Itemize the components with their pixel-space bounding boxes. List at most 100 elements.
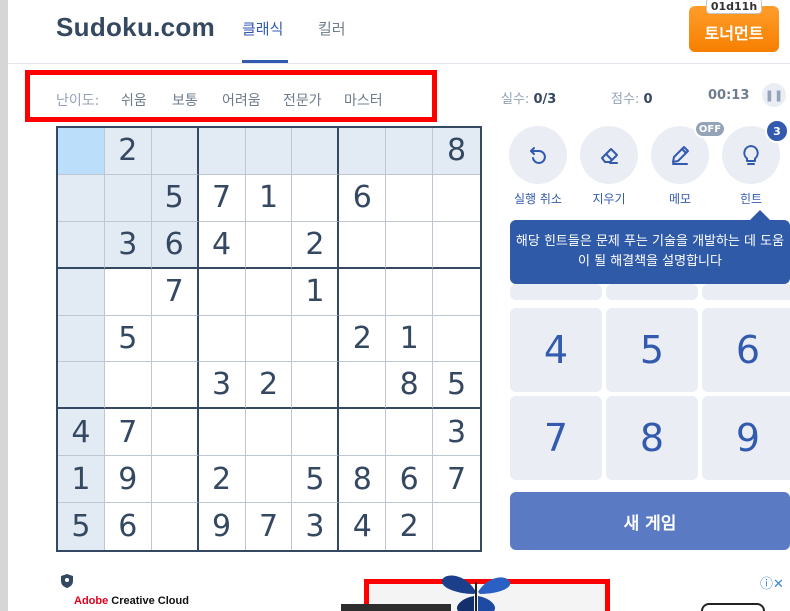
board-cell-r2c7[interactable]: 6 [339, 174, 387, 222]
board-cell-r6c8[interactable]: 8 [386, 362, 434, 410]
board-cell-r9c5[interactable]: 7 [245, 503, 293, 550]
board-cell-r1c2[interactable]: 2 [104, 128, 152, 175]
difficulty-easy[interactable]: 쉬움 [121, 90, 147, 110]
numpad-4[interactable]: 4 [510, 308, 602, 392]
board-cell-r8c8[interactable]: 6 [386, 456, 434, 504]
board-cell-r8c7[interactable]: 8 [339, 456, 387, 504]
board-cell-r6c5[interactable]: 2 [245, 362, 293, 410]
board-cell-r4c8[interactable] [386, 268, 434, 316]
board-cell-r8c4[interactable]: 2 [198, 456, 246, 504]
board-cell-r9c7[interactable]: 4 [339, 503, 387, 550]
board-cell-r3c5[interactable] [245, 221, 293, 269]
board-cell-r5c3[interactable] [151, 315, 199, 363]
pause-button[interactable]: ❚❚ [762, 83, 786, 107]
ad-info-close-icon[interactable]: ⓘ✕ [760, 573, 784, 592]
board-cell-r9c6[interactable]: 3 [292, 503, 340, 550]
board-cell-r3c1[interactable] [58, 221, 105, 269]
erase-button[interactable] [580, 126, 638, 184]
board-cell-r2c4[interactable]: 7 [198, 174, 246, 222]
difficulty-master[interactable]: 마스터 [344, 90, 383, 110]
tab-classic[interactable]: 클래식 [242, 18, 283, 39]
board-cell-r7c7[interactable] [339, 409, 387, 457]
board-cell-r4c3[interactable]: 7 [151, 268, 199, 316]
board-cell-r2c2[interactable] [104, 174, 152, 222]
board-cell-r4c2[interactable] [104, 268, 152, 316]
board-cell-r1c4[interactable] [198, 128, 246, 175]
board-cell-r7c4[interactable] [198, 409, 246, 457]
board-cell-r9c9[interactable] [433, 503, 480, 550]
ad-brand[interactable]: Adobe Creative Cloud [74, 595, 189, 607]
board-cell-r3c2[interactable]: 3 [104, 221, 152, 269]
board-cell-r4c7[interactable] [339, 268, 387, 316]
board-cell-r3c7[interactable] [339, 221, 387, 269]
board-cell-r7c6[interactable] [292, 409, 340, 457]
board-cell-r9c3[interactable] [151, 503, 199, 550]
board-cell-r6c2[interactable] [104, 362, 152, 410]
ad-cta-button[interactable] [701, 603, 765, 611]
board-cell-r7c1[interactable]: 4 [58, 409, 105, 457]
board-cell-r3c8[interactable] [386, 221, 434, 269]
board-cell-r3c6[interactable]: 2 [292, 221, 340, 269]
difficulty-hard[interactable]: 어려움 [222, 90, 261, 110]
numpad-8[interactable]: 8 [606, 396, 698, 480]
numpad-1[interactable] [510, 284, 602, 300]
board-cell-r3c3[interactable]: 6 [151, 221, 199, 269]
board-cell-r5c8[interactable]: 1 [386, 315, 434, 363]
board-cell-r2c3[interactable]: 5 [151, 174, 199, 222]
undo-button[interactable] [509, 126, 567, 184]
board-cell-r6c4[interactable]: 3 [198, 362, 246, 410]
board-cell-r5c5[interactable] [245, 315, 293, 363]
numpad-6[interactable]: 6 [702, 308, 790, 392]
new-game-button[interactable]: 새 게임 [510, 492, 790, 550]
board-cell-r9c8[interactable]: 2 [386, 503, 434, 550]
board-cell-r2c6[interactable] [292, 174, 340, 222]
board-cell-r2c8[interactable] [386, 174, 434, 222]
board-cell-r6c3[interactable] [151, 362, 199, 410]
board-cell-r4c4[interactable] [198, 268, 246, 316]
board-cell-r8c5[interactable] [245, 456, 293, 504]
board-cell-r6c6[interactable] [292, 362, 340, 410]
board-cell-r5c7[interactable]: 2 [339, 315, 387, 363]
board-cell-r6c7[interactable] [339, 362, 387, 410]
board-cell-r2c1[interactable] [58, 174, 105, 222]
board-cell-r2c9[interactable] [433, 174, 480, 222]
board-cell-r9c4[interactable]: 9 [198, 503, 246, 550]
board-cell-r1c9[interactable]: 8 [433, 128, 480, 175]
board-cell-r9c2[interactable]: 6 [104, 503, 152, 550]
board-cell-r4c6[interactable]: 1 [292, 268, 340, 316]
numpad-7[interactable]: 7 [510, 396, 602, 480]
board-cell-r3c4[interactable]: 4 [198, 221, 246, 269]
board-cell-r8c3[interactable] [151, 456, 199, 504]
board-cell-r7c3[interactable] [151, 409, 199, 457]
board-cell-r1c3[interactable] [151, 128, 199, 175]
difficulty-medium[interactable]: 보통 [172, 90, 198, 110]
board-cell-r5c9[interactable] [433, 315, 480, 363]
board-cell-r5c6[interactable] [292, 315, 340, 363]
board-cell-r2c5[interactable]: 1 [245, 174, 293, 222]
difficulty-expert[interactable]: 전문가 [283, 90, 322, 110]
board-cell-r9c1[interactable]: 5 [58, 503, 105, 550]
tab-killer[interactable]: 킬러 [318, 18, 346, 39]
board-cell-r8c9[interactable]: 7 [433, 456, 480, 504]
board-cell-r3c9[interactable] [433, 221, 480, 269]
numpad-9[interactable]: 9 [702, 396, 790, 480]
board-cell-r1c7[interactable] [339, 128, 387, 175]
board-cell-r1c6[interactable] [292, 128, 340, 175]
board-cell-r1c1[interactable] [58, 128, 105, 175]
board-cell-r4c5[interactable] [245, 268, 293, 316]
board-cell-r5c4[interactable] [198, 315, 246, 363]
board-cell-r7c8[interactable] [386, 409, 434, 457]
numpad-5[interactable]: 5 [606, 308, 698, 392]
board-cell-r7c5[interactable] [245, 409, 293, 457]
board-cell-r7c2[interactable]: 7 [104, 409, 152, 457]
board-cell-r6c1[interactable] [58, 362, 105, 410]
numpad-2[interactable] [606, 284, 698, 300]
board-cell-r6c9[interactable]: 5 [433, 362, 480, 410]
board-cell-r8c6[interactable]: 5 [292, 456, 340, 504]
logo[interactable]: Sudoku.com [56, 12, 215, 43]
board-cell-r5c2[interactable]: 5 [104, 315, 152, 363]
board-cell-r8c2[interactable]: 9 [104, 456, 152, 504]
board-cell-r1c5[interactable] [245, 128, 293, 175]
board-cell-r7c9[interactable]: 3 [433, 409, 480, 457]
board-cell-r4c9[interactable] [433, 268, 480, 316]
